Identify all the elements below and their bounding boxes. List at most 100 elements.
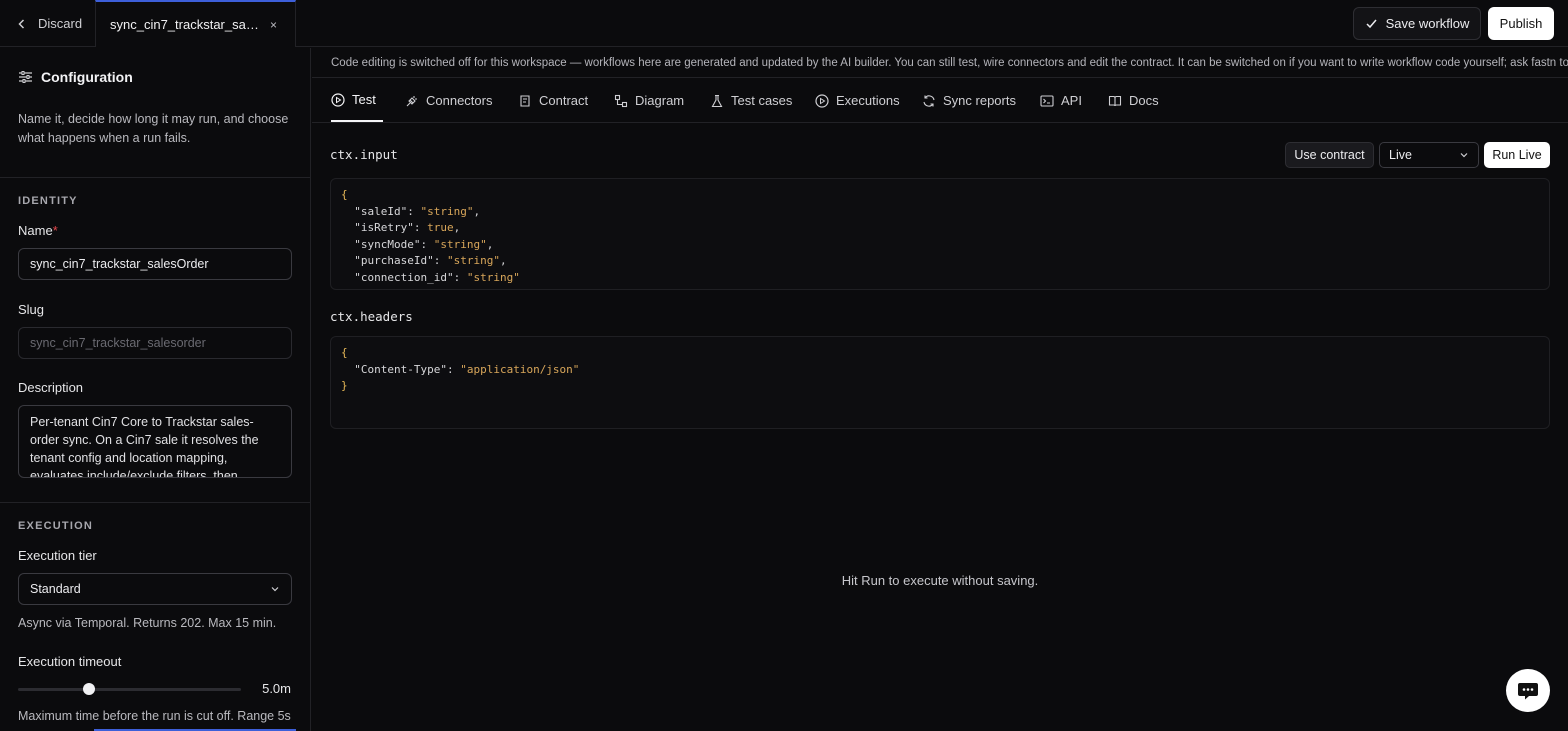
configuration-header: Configuration: [18, 69, 133, 85]
run-mode-value: Live: [1389, 148, 1412, 162]
play-circle-icon: [815, 93, 829, 108]
tab-label: Test: [352, 92, 376, 107]
tab-sync-reports[interactable]: Sync reports: [922, 79, 1016, 122]
divider: [0, 502, 310, 503]
tab-test[interactable]: Test: [331, 79, 383, 122]
save-workflow-label: Save workflow: [1385, 16, 1470, 31]
open-brace: {: [341, 346, 348, 359]
timeout-hint: Maximum time before the run is cut off. …: [18, 709, 291, 723]
chevron-left-icon: [18, 18, 25, 29]
tab-label: Diagram: [635, 93, 685, 108]
json-value: "string": [433, 237, 487, 251]
code-line: "saleId": "string",: [341, 204, 1539, 221]
json-key: "syncMode": [354, 237, 421, 251]
ctx-headers-lines: "Content-Type": "application/json": [341, 362, 1539, 379]
tab-connectors[interactable]: Connectors: [405, 79, 492, 122]
terminal-icon: [1040, 94, 1054, 107]
workflow-file-tab[interactable]: sync_cin7_trackstar_salesOrder ×: [95, 0, 296, 47]
description-textarea[interactable]: Per-tenant Cin7 Core to Trackstar sales-…: [18, 405, 292, 478]
discard-button[interactable]: Discard: [0, 0, 95, 47]
execution-timeout-label: Execution timeout: [18, 654, 122, 669]
execution-tier-value: Standard: [30, 582, 81, 596]
json-colon: :: [453, 270, 467, 284]
json-colon: :: [420, 237, 434, 251]
execution-tier-hint: Async via Temporal. Returns 202. Max 15 …: [18, 616, 277, 630]
tab-label: Test cases: [731, 93, 793, 108]
plug-icon: [406, 95, 417, 106]
chat-bubble-icon: [1518, 682, 1538, 699]
json-comma: ,: [499, 254, 507, 267]
slug-label: Slug: [18, 302, 45, 317]
name-input[interactable]: [18, 248, 292, 280]
tab-test-cases[interactable]: Test cases: [710, 79, 792, 122]
tab-bar: Test Connectors Contract Diagram Test ca…: [312, 79, 1568, 123]
json-colon: :: [407, 204, 421, 218]
tab-contract[interactable]: Contract: [518, 79, 588, 122]
refresh-icon: [923, 94, 935, 107]
workflow-file-tab-name: sync_cin7_trackstar_salesOrder: [110, 17, 260, 32]
tab-diagram[interactable]: Diagram: [614, 79, 684, 122]
json-value: "application/json": [460, 362, 580, 376]
ctx-input-lines: "saleId": "string", "isRetry": true, "sy…: [341, 204, 1539, 287]
open-brace: {: [341, 188, 348, 201]
code-line: "connection_id": "string": [341, 270, 1539, 287]
json-value: "string": [420, 204, 474, 218]
run-live-button[interactable]: Run Live: [1484, 142, 1550, 168]
tab-label: Executions: [836, 93, 900, 108]
required-marker: *: [52, 223, 58, 238]
configuration-description: Name it, decide how long it may run, and…: [18, 112, 289, 145]
json-comma: ,: [453, 221, 461, 234]
timeout-slider-track[interactable]: [18, 688, 241, 691]
code-line: "purchaseId": "string",: [341, 253, 1539, 270]
divider: [0, 177, 310, 178]
code-editing-banner: Code editing is switched off for this wo…: [312, 48, 1568, 78]
tab-label: Sync reports: [943, 93, 1016, 108]
slug-input[interactable]: [18, 327, 292, 359]
tab-docs[interactable]: Docs: [1108, 79, 1159, 122]
json-value: "string": [466, 270, 520, 284]
tab-api[interactable]: API: [1040, 79, 1082, 122]
ctx-headers-editor[interactable]: { "Content-Type": "application/json" }: [330, 336, 1550, 429]
configuration-title: Configuration: [41, 69, 133, 85]
contract-icon: [520, 94, 530, 107]
name-label-text: Name: [18, 223, 53, 238]
sliders-icon: [19, 71, 32, 83]
save-workflow-button[interactable]: Save workflow: [1353, 7, 1481, 40]
use-contract-button[interactable]: Use contract: [1285, 142, 1374, 168]
close-brace: }: [341, 286, 1539, 289]
json-comma: ,: [473, 204, 481, 218]
execution-tier-select[interactable]: Standard: [18, 573, 292, 605]
code-line: "syncMode": "string",: [341, 237, 1539, 254]
ctx-input-label: ctx.input: [330, 147, 398, 162]
play-circle-icon: [331, 92, 345, 107]
description-label: Description: [18, 380, 84, 395]
json-comma: ,: [486, 237, 494, 251]
timeout-value: 5.0m: [262, 681, 291, 696]
json-value: "string": [446, 254, 500, 267]
execution-section-label: EXECUTION: [18, 520, 93, 532]
execution-tier-label: Execution tier: [18, 548, 97, 563]
chat-button[interactable]: [1506, 669, 1550, 712]
ctx-headers-label: ctx.headers: [330, 309, 413, 324]
ctx-input-editor[interactable]: { "saleId": "string", "isRetry": true, "…: [330, 178, 1550, 290]
name-label: Name*: [18, 223, 58, 238]
json-colon: :: [413, 221, 428, 234]
tab-executions[interactable]: Executions: [815, 79, 900, 122]
timeout-slider-thumb[interactable]: [83, 683, 96, 695]
json-colon: :: [446, 362, 461, 376]
check-icon: [1366, 19, 1377, 29]
chevron-down-icon: [1460, 153, 1468, 158]
banner-text: Code editing is switched off for this wo…: [331, 56, 1568, 69]
json-value: true: [427, 221, 454, 234]
discard-label: Discard: [38, 16, 83, 31]
tab-label: Contract: [539, 93, 589, 108]
run-mode-select[interactable]: Live: [1379, 142, 1479, 168]
chevron-down-icon: [271, 587, 279, 592]
json-key: "Content-Type": [354, 362, 447, 376]
code-line: "isRetry": true,: [341, 220, 1539, 237]
empty-run-message: Hit Run to execute without saving.: [841, 573, 1039, 588]
json-key: "saleId": [354, 204, 408, 218]
diagram-icon: [614, 94, 628, 107]
close-tab-icon[interactable]: ×: [270, 18, 277, 32]
publish-button[interactable]: Publish: [1488, 7, 1554, 40]
